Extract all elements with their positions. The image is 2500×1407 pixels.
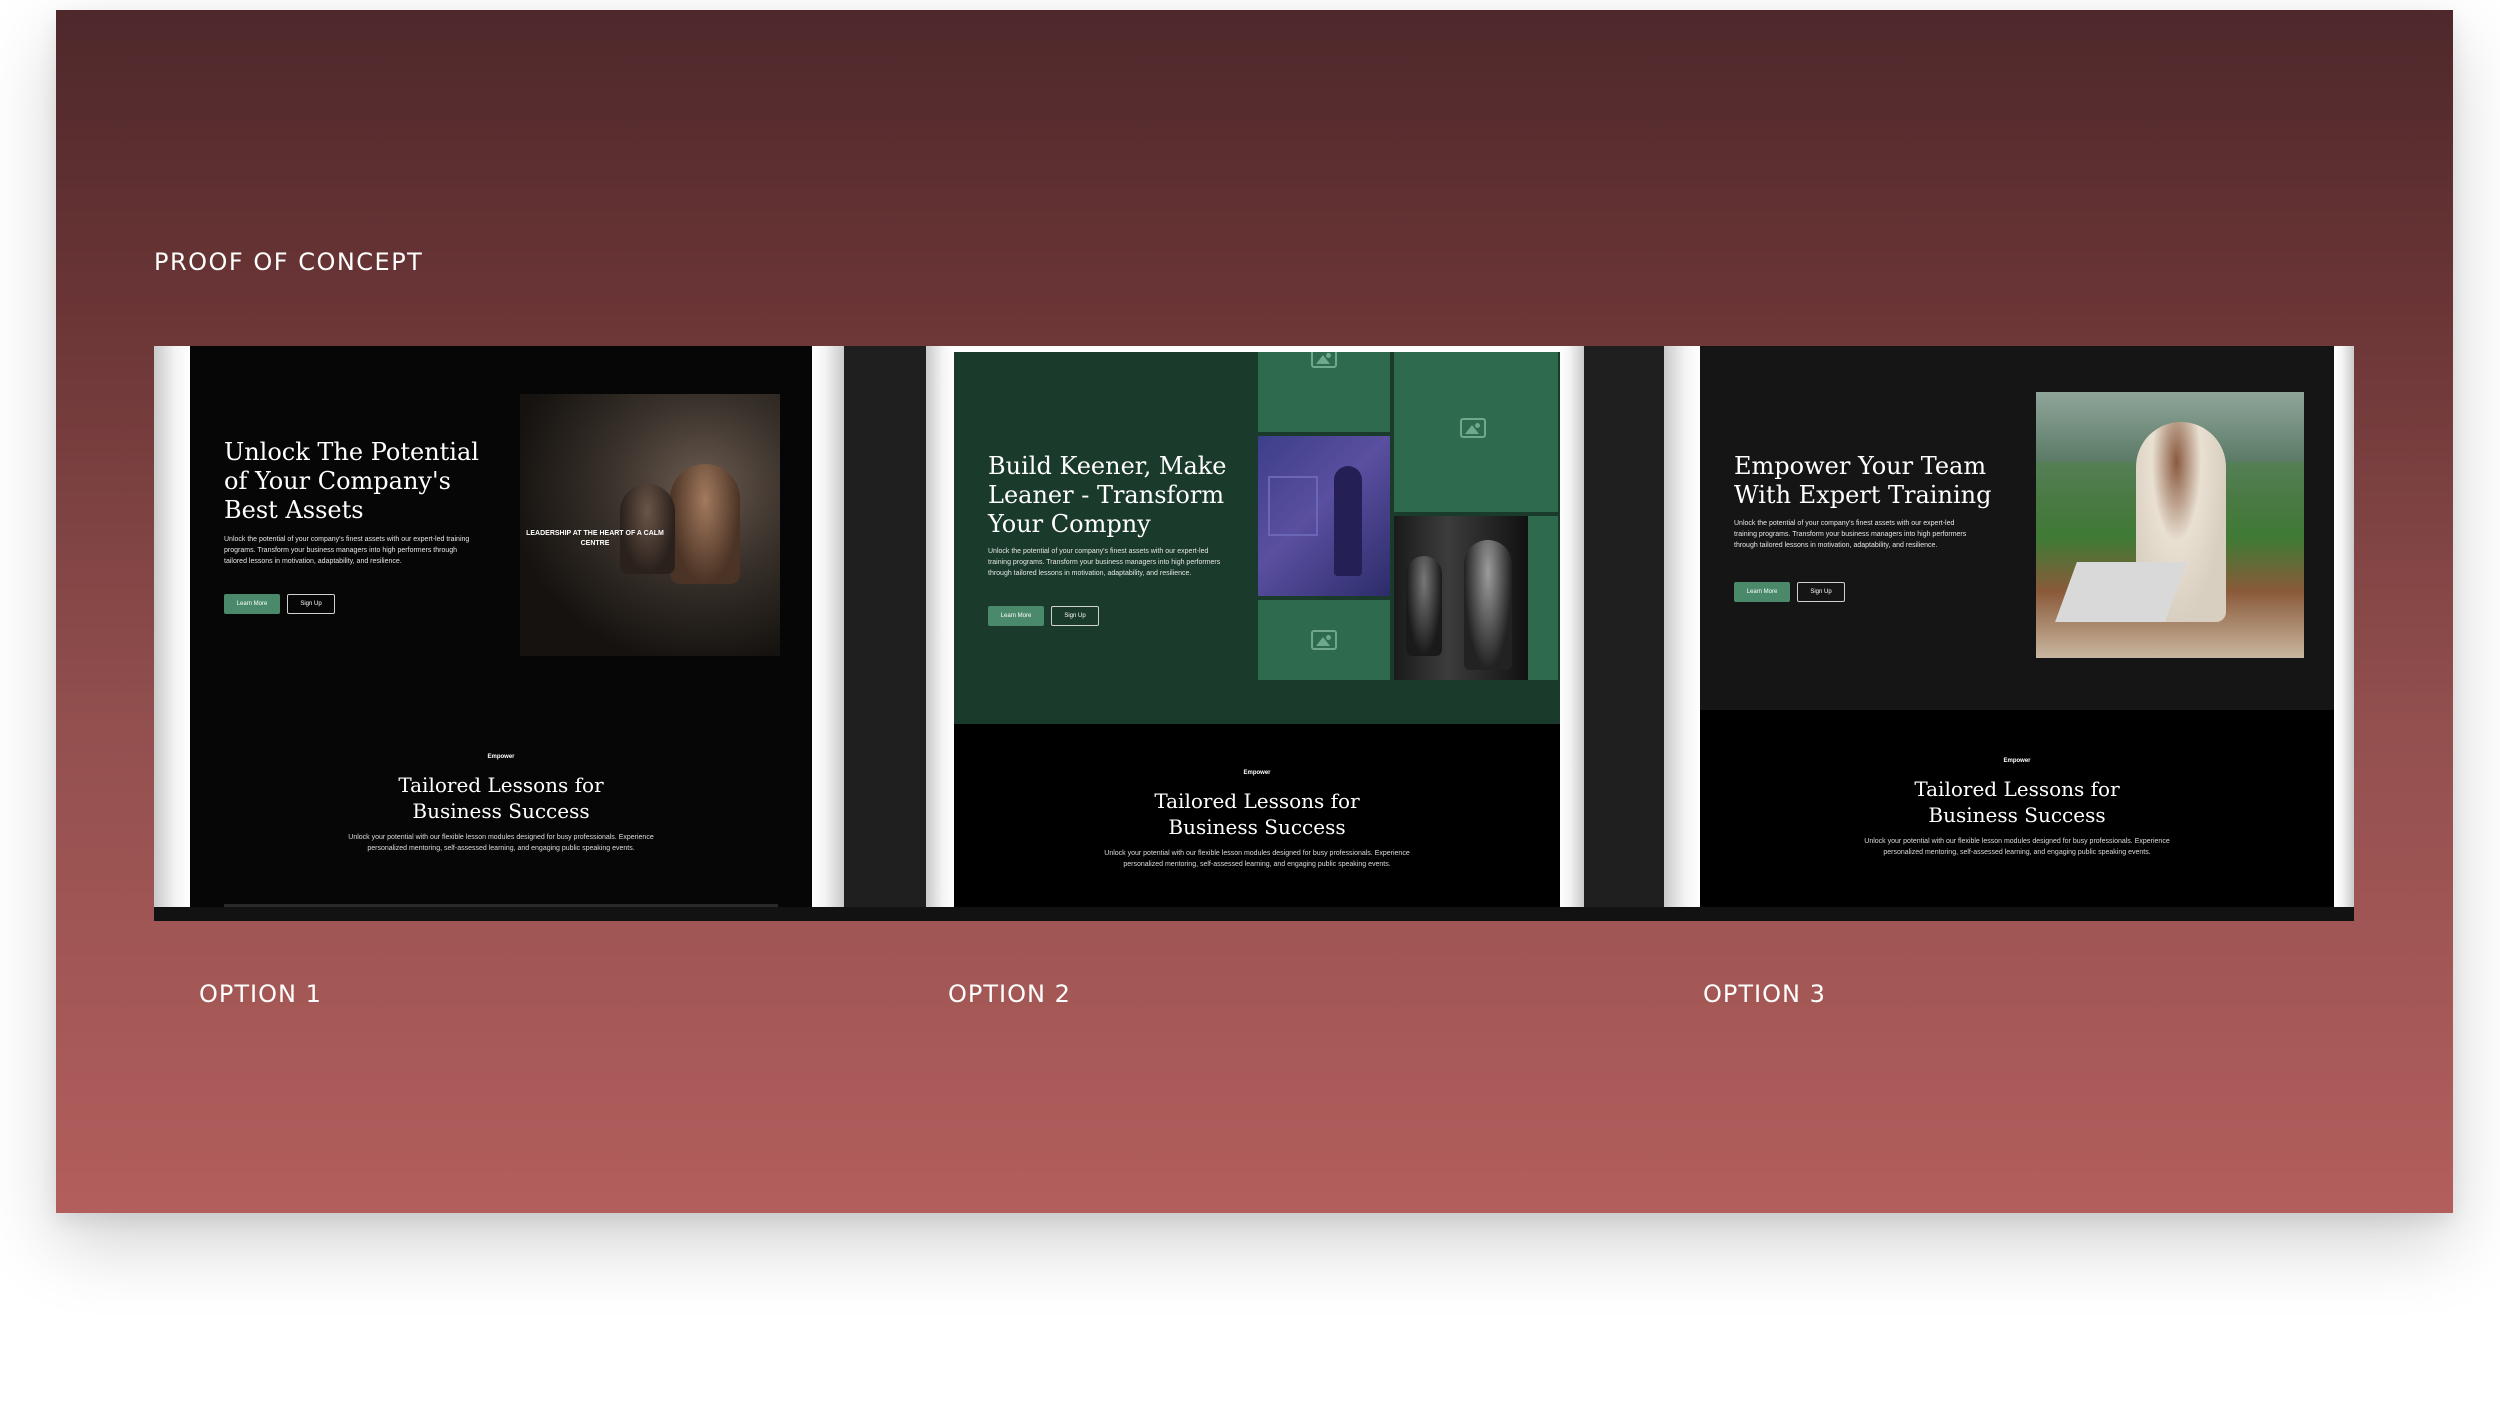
image-placeholder-icon	[1311, 630, 1337, 650]
image-placeholder-tile	[1394, 352, 1558, 512]
option-3-hero-title: Empower Your Team With Expert Training	[1734, 452, 1992, 509]
photo-figure	[1334, 466, 1362, 576]
option-1-eyebrow: Empower	[487, 754, 515, 760]
option-2-preview[interactable]: Build Keener, Make Leaner - Transform Yo…	[926, 346, 1584, 908]
option-3-preview[interactable]: Empower Your Team With Expert Training U…	[1664, 346, 2354, 908]
option-3-stadium-photo	[2036, 392, 2304, 658]
option-3-screen: Empower Your Team With Expert Training U…	[1700, 346, 2334, 908]
option-2-section-body: Unlock your potential with our flexible …	[1104, 850, 1410, 868]
option-2-section-title: Tailored Lessons for Business Success	[1154, 789, 1360, 839]
option-1-learn-more-button[interactable]: Learn More	[224, 594, 280, 614]
photo-window	[1268, 476, 1318, 536]
photo-figure	[1406, 556, 1442, 656]
option-3-section-title: Tailored Lessons for Business Success	[1914, 777, 2120, 827]
option-2-team-photo	[1394, 516, 1528, 680]
option-3-learn-more-button[interactable]: Learn More	[1734, 582, 1790, 602]
option-1-hero-body: Unlock the potential of your company's f…	[224, 536, 470, 565]
frame-edge-right	[812, 346, 844, 908]
option-2-hero-body: Unlock the potential of your company's f…	[988, 548, 1221, 577]
option-3-hero-body: Unlock the potential of your company's f…	[1734, 520, 1967, 549]
option-3-sign-up-button[interactable]: Sign Up	[1797, 582, 1845, 602]
presentation-slide: PROOF OF CONCEPT Unlock The Potential of…	[56, 10, 2453, 1213]
option-3-section: Empower Tailored Lessons for Business Su…	[1700, 710, 2334, 908]
photo-figure	[670, 464, 740, 584]
option-3-eyebrow: Empower	[2003, 758, 2031, 764]
photo-laptop	[2055, 562, 2187, 622]
image-placeholder-tile	[1528, 516, 1558, 680]
option-2-eyebrow: Empower	[1243, 770, 1271, 776]
strip-shadow	[154, 907, 2354, 921]
frame-edge-right	[1560, 346, 1584, 908]
option-2-office-photo	[1258, 436, 1390, 596]
option-2-sign-up-button[interactable]: Sign Up	[1051, 606, 1099, 626]
option-1-section-body: Unlock your potential with our flexible …	[348, 834, 654, 852]
option-1-label: OPTION 1	[199, 980, 322, 1008]
image-placeholder-tile	[1258, 600, 1390, 680]
option-1-image-caption: LEADERSHIP AT THE HEART OF A CALM CENTRE	[526, 530, 664, 547]
option-2-label: OPTION 2	[948, 980, 1071, 1008]
option-1-hero-photo: LEADERSHIP AT THE HEART OF A CALM CENTRE	[520, 394, 780, 656]
slide-heading: PROOF OF CONCEPT	[154, 248, 424, 276]
option-1-hero-title: Unlock The Potential of Your Company's B…	[224, 438, 479, 524]
image-placeholder-icon	[1460, 418, 1486, 438]
option-2-learn-more-button[interactable]: Learn More	[988, 606, 1044, 626]
option-1-preview[interactable]: Unlock The Potential of Your Company's B…	[154, 346, 844, 908]
option-1-section: Empower Tailored Lessons for Business Su…	[190, 754, 812, 908]
option-3-label: OPTION 3	[1703, 980, 1826, 1008]
option-2-section: Empower Tailored Lessons for Business Su…	[954, 724, 1560, 908]
option-1-sign-up-button[interactable]: Sign Up	[287, 594, 335, 614]
frame-edge-left	[1664, 346, 1700, 908]
image-placeholder-tile	[1258, 352, 1390, 432]
options-strip: Unlock The Potential of Your Company's B…	[154, 346, 2354, 921]
option-1-screen: Unlock The Potential of Your Company's B…	[190, 346, 812, 908]
option-2-hero-title: Build Keener, Make Leaner - Transform Yo…	[988, 452, 1227, 538]
image-placeholder-icon	[1311, 352, 1337, 368]
option-1-section-title: Tailored Lessons for Business Success	[398, 773, 604, 823]
frame-edge-right	[2334, 346, 2354, 908]
frame-edge-left	[154, 346, 190, 908]
option-3-section-body: Unlock your potential with our flexible …	[1864, 838, 2170, 856]
photo-figure	[1464, 540, 1512, 670]
option-2-screen: Build Keener, Make Leaner - Transform Yo…	[954, 352, 1560, 908]
frame-edge-left	[926, 346, 954, 908]
